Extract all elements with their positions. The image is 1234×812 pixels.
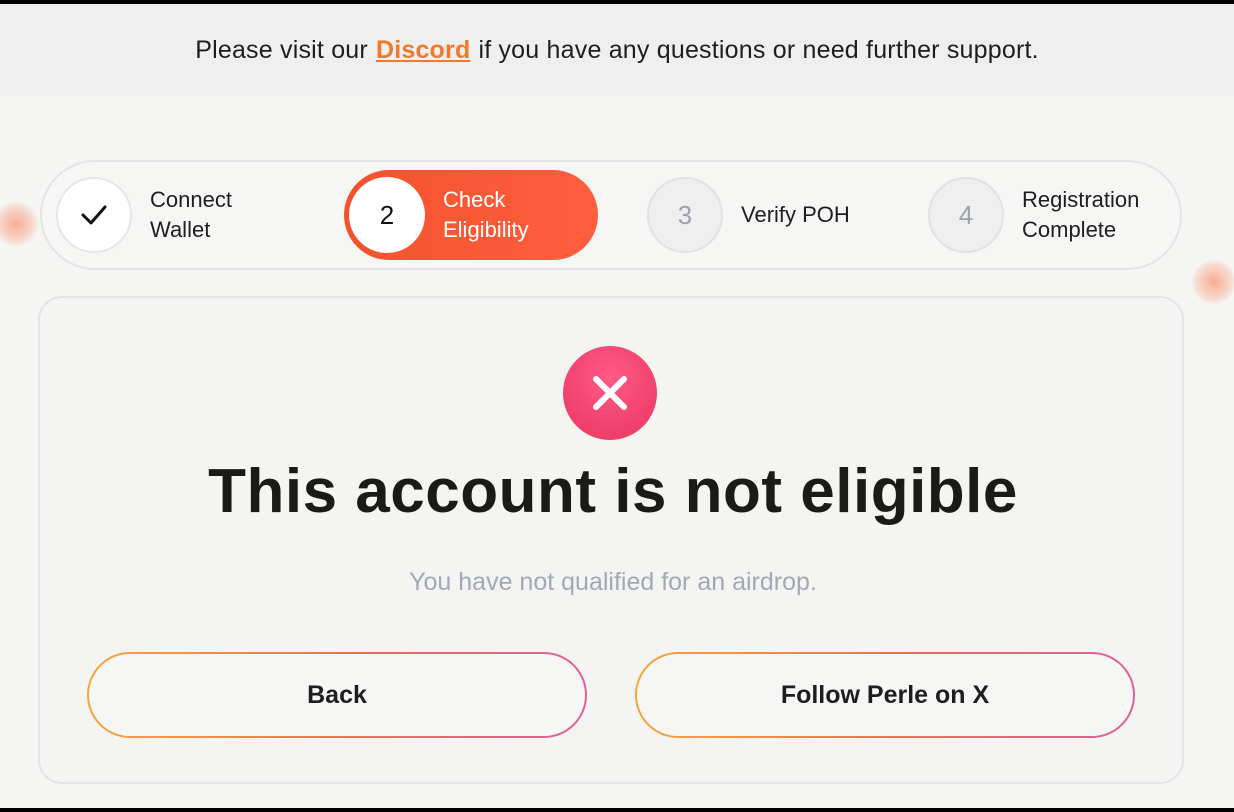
step-label: Registration Complete	[1022, 185, 1139, 245]
step-verify-poh: 3 Verify POH	[647, 170, 850, 260]
back-button[interactable]: Back	[87, 652, 587, 738]
decorative-glow	[1192, 260, 1234, 304]
step-label: Check Eligibility	[443, 185, 529, 245]
step-number: 2	[349, 177, 425, 253]
step-label-line: Connect	[150, 187, 232, 212]
step-label-line: Complete	[1022, 217, 1117, 242]
decorative-glow	[0, 202, 38, 246]
step-number: 3	[647, 177, 723, 253]
back-button-label: Back	[89, 654, 585, 736]
step-label-line: Check	[443, 187, 506, 212]
step-label: Connect Wallet	[150, 185, 232, 245]
discord-link[interactable]: Discord	[376, 36, 470, 65]
result-message: You have not qualified for an airdrop.	[409, 568, 817, 596]
follow-button-label: Follow Perle on X	[637, 654, 1133, 736]
result-title: This account is not eligible	[208, 457, 1018, 526]
step-label-line: Wallet	[150, 217, 211, 242]
follow-on-x-button[interactable]: Follow Perle on X	[635, 652, 1135, 738]
result-card: This account is not eligible You have no…	[38, 296, 1184, 784]
screen: Please visit our Discord if you have any…	[0, 4, 1234, 808]
check-icon	[56, 177, 132, 253]
banner-suffix: if you have any questions or need furthe…	[478, 35, 1039, 64]
x-circle-icon	[563, 346, 657, 440]
step-number: 4	[928, 177, 1004, 253]
step-label-line: Registration	[1022, 187, 1140, 212]
banner-prefix: Please visit our	[195, 35, 368, 64]
step-label-line: Eligibility	[443, 217, 529, 242]
step-check-eligibility: 2 Check Eligibility	[344, 170, 598, 260]
step-connect-wallet: Connect Wallet	[56, 170, 232, 260]
progress-stepper: Connect Wallet 2 Check Eligibility 3 Ver…	[40, 160, 1182, 270]
step-label: Verify POH	[741, 202, 850, 227]
step-registration-complete: 4 Registration Complete	[928, 170, 1139, 260]
support-banner: Please visit our Discord if you have any…	[0, 4, 1234, 96]
